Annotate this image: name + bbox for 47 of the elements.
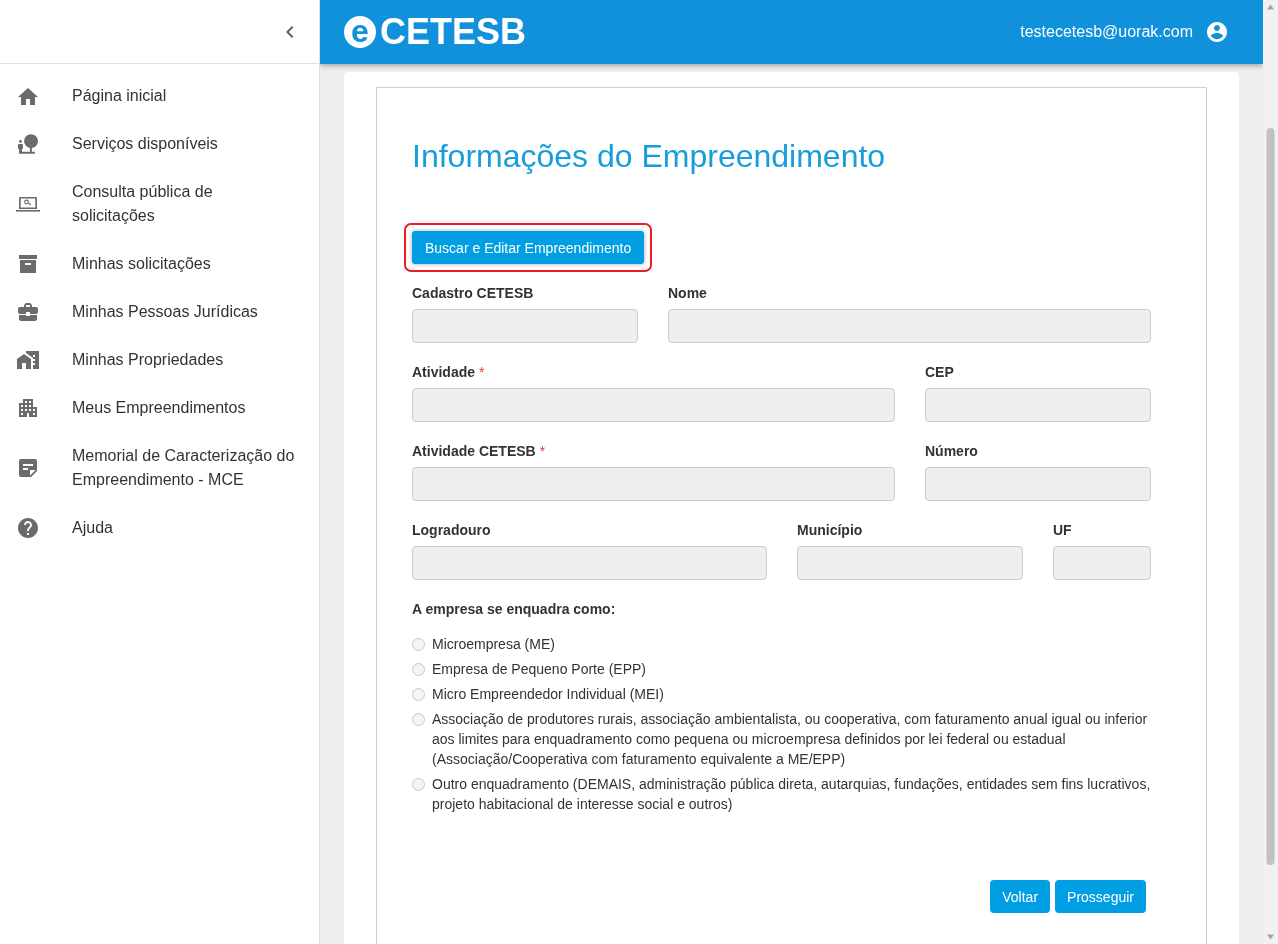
required-mark: * <box>539 443 546 460</box>
radio-label: Microempresa (ME) <box>432 635 555 654</box>
sidebar-item[interactable]: Minhas Pessoas Jurídicas <box>0 288 319 336</box>
field-label: Atividade CETESB <box>412 443 536 460</box>
field-label: Atividade <box>412 364 475 381</box>
briefcase-icon <box>18 303 38 321</box>
radio-label: Empresa de Pequeno Porte (EPP) <box>432 660 646 679</box>
page-title: Informações do Empreendimento <box>412 137 887 175</box>
field-label: Logradouro <box>412 522 491 539</box>
radio-button[interactable] <box>412 638 425 651</box>
required-mark: * <box>479 364 485 381</box>
logo-mark: e <box>344 16 376 48</box>
help-icon <box>18 518 38 538</box>
field-label: Município <box>797 522 863 539</box>
radio-button[interactable] <box>412 663 425 676</box>
note-icon <box>19 459 37 477</box>
user-email: testecetesb@uorak.com <box>1020 22 1193 42</box>
sidebar-item[interactable]: Minhas solicitações <box>0 240 319 288</box>
radio-label: Associação de produtores rurais, associação ambientalista, ou cooperativa, com faturamento anual igual ou inferior aos limites para enquadramento como pequena ou microempresa definidos por lei federal ou estadual (Associação/Cooperativa com faturamento equivalente a ME/EPP) <box>432 710 1149 769</box>
radio-button[interactable] <box>412 778 425 791</box>
sidebar-item[interactable]: Ajuda <box>0 504 319 552</box>
field-label: Número <box>925 443 978 460</box>
person-tree-icon <box>18 134 38 154</box>
account-icon[interactable] <box>1207 22 1227 42</box>
buildings-icon <box>19 399 37 417</box>
section-label: A empresa se enquadra como: <box>412 601 617 618</box>
home-icon <box>18 87 38 105</box>
chevron-left-icon <box>286 25 294 38</box>
sidebar-item[interactable]: Minhas Propriedades <box>0 336 319 384</box>
sidebar-item[interactable]: Serviços disponíveis <box>0 120 319 168</box>
house-building-icon <box>17 351 39 369</box>
logo-text: CETESB <box>380 12 527 52</box>
radio-button[interactable] <box>412 688 425 701</box>
scrollbar[interactable] <box>1263 0 1278 944</box>
field-label: UF <box>1053 522 1072 539</box>
sidebar-item[interactable]: Consulta pública de solicitações <box>0 168 319 240</box>
radio-button[interactable] <box>412 713 425 726</box>
sidebar-item[interactable]: Memorial de Caracterização do Empreendimento - MCE <box>0 432 319 504</box>
laptop-search-icon <box>16 196 40 212</box>
archive-box-icon <box>19 255 37 273</box>
radio-label: Micro Empreendedor Individual (MEI) <box>432 685 664 704</box>
radio-label: Outro enquadramento (DEMAIS, administração pública direta, autarquias, fundações, entidades sem fins lucrativos, projeto habitacional de interesse social e outros) <box>432 775 1151 814</box>
sidebar-item[interactable]: Página inicial <box>0 72 319 120</box>
field-label: Nome <box>668 285 707 302</box>
sidebar-item[interactable]: Meus Empreendimentos <box>0 384 319 432</box>
field-label: Cadastro CETESB <box>412 285 534 302</box>
field-label: CEP <box>925 364 954 381</box>
